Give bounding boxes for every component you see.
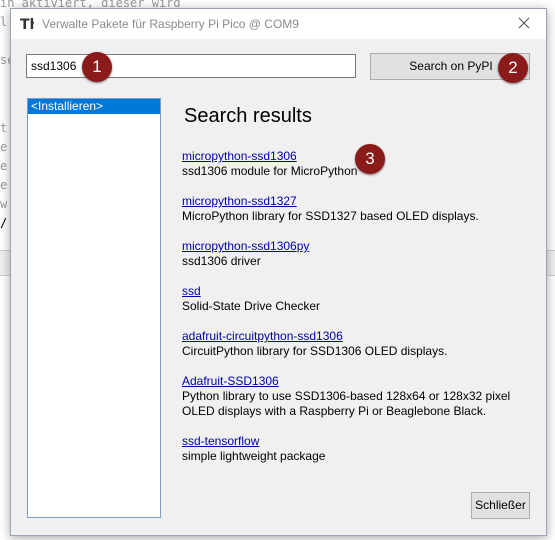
result-link[interactable]: micropython-ssd1327 bbox=[182, 194, 542, 209]
manage-packages-dialog: Th Verwalte Pakete für Raspberry Pi Pico… bbox=[10, 8, 547, 536]
result-item: micropython-ssd1327 MicroPython library … bbox=[182, 194, 542, 224]
result-link[interactable]: adafruit-circuitpython-ssd1306 bbox=[182, 329, 542, 344]
editor-line: e bbox=[0, 159, 8, 173]
result-link[interactable]: ssd-tensorflow bbox=[182, 434, 542, 449]
title-bar: Th Verwalte Pakete für Raspberry Pi Pico… bbox=[11, 9, 546, 39]
result-description: Python library to use SSD1306-based 128x… bbox=[182, 389, 511, 418]
result-link[interactable]: ssd bbox=[182, 284, 542, 299]
results-heading: Search results bbox=[184, 105, 312, 127]
search-input[interactable] bbox=[26, 54, 356, 78]
editor-line: l bbox=[0, 15, 8, 29]
editor-line: w bbox=[0, 197, 8, 211]
result-item: adafruit-circuitpython-ssd1306 CircuitPy… bbox=[182, 329, 542, 359]
result-item: micropython-ssd1306py ssd1306 driver bbox=[182, 239, 542, 269]
result-link[interactable]: micropython-ssd1306py bbox=[182, 239, 542, 254]
editor-line: e bbox=[0, 140, 8, 154]
dialog-title: Verwalte Pakete für Raspberry Pi Pico @ … bbox=[42, 17, 299, 31]
close-icon bbox=[518, 17, 530, 32]
editor-line: t bbox=[0, 121, 8, 135]
close-window-button[interactable] bbox=[502, 9, 546, 39]
search-results: micropython-ssd1306 ssd1306 module for M… bbox=[182, 149, 542, 479]
editor-line: e bbox=[0, 178, 8, 192]
callout-badge: 2 bbox=[498, 53, 528, 83]
result-item: ssd-tensorflow simple lightweight packag… bbox=[182, 434, 542, 464]
editor-line: / bbox=[0, 216, 8, 230]
result-link[interactable]: Adafruit-SSD1306 bbox=[182, 374, 542, 389]
result-description: simple lightweight package bbox=[182, 449, 326, 463]
callout-badge: 1 bbox=[82, 52, 112, 82]
callout-badge: 3 bbox=[355, 144, 385, 174]
result-description: MicroPython library for SSD1327 based OL… bbox=[182, 209, 479, 223]
result-description: Solid-State Drive Checker bbox=[182, 299, 321, 313]
close-button[interactable]: Schließer bbox=[471, 492, 530, 519]
svg-text:Th: Th bbox=[20, 17, 34, 32]
result-description: ssd1306 driver bbox=[182, 254, 261, 268]
result-item: Adafruit-SSD1306 Python library to use S… bbox=[182, 374, 542, 419]
list-item-install[interactable]: <Installieren> bbox=[28, 99, 160, 114]
result-item: ssd Solid-State Drive Checker bbox=[182, 284, 542, 314]
package-list[interactable]: <Installieren> bbox=[27, 98, 161, 518]
result-description: CircuitPython library for SSD1306 OLED d… bbox=[182, 344, 448, 358]
thonny-icon: Th bbox=[20, 16, 40, 33]
